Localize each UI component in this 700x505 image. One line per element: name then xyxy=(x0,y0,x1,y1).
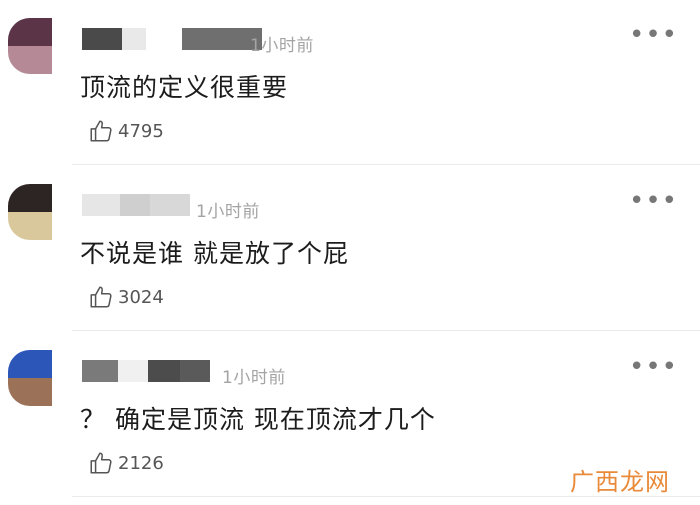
comment-item: 1小时前 ••• 顶流的定义很重要 4795 xyxy=(0,0,700,165)
avatar[interactable] xyxy=(8,350,52,406)
divider xyxy=(72,330,700,331)
like-button[interactable]: 2126 xyxy=(88,448,164,478)
divider xyxy=(72,164,700,165)
comment-text: 顶流的定义很重要 xyxy=(80,73,289,102)
comment-time: 1小时前 xyxy=(196,202,260,222)
like-count: 2126 xyxy=(118,452,164,474)
avatar[interactable] xyxy=(8,184,52,240)
more-dots-icon[interactable]: ••• xyxy=(629,22,678,48)
thumbs-up-icon xyxy=(88,118,114,144)
like-count: 3024 xyxy=(118,286,164,308)
more-dots-icon[interactable]: ••• xyxy=(629,354,678,380)
more-dots-icon[interactable]: ••• xyxy=(629,188,678,214)
comment-text: 不说是谁 就是放了个屁 xyxy=(80,239,349,268)
watermark: 广西龙网 xyxy=(570,468,670,496)
like-count: 4795 xyxy=(118,120,164,142)
thumbs-up-icon xyxy=(88,450,114,476)
like-button[interactable]: 3024 xyxy=(88,282,164,312)
comment-item: 1小时前 ••• 不说是谁 就是放了个屁 3024 xyxy=(0,166,700,331)
thumbs-up-icon xyxy=(88,284,114,310)
avatar[interactable] xyxy=(8,18,52,74)
comment-time: 1小时前 xyxy=(250,36,314,56)
comment-text: ？ 确定是顶流 现在顶流才几个 xyxy=(80,405,436,434)
like-button[interactable]: 4795 xyxy=(88,116,164,146)
comment-time: 1小时前 xyxy=(222,368,286,388)
